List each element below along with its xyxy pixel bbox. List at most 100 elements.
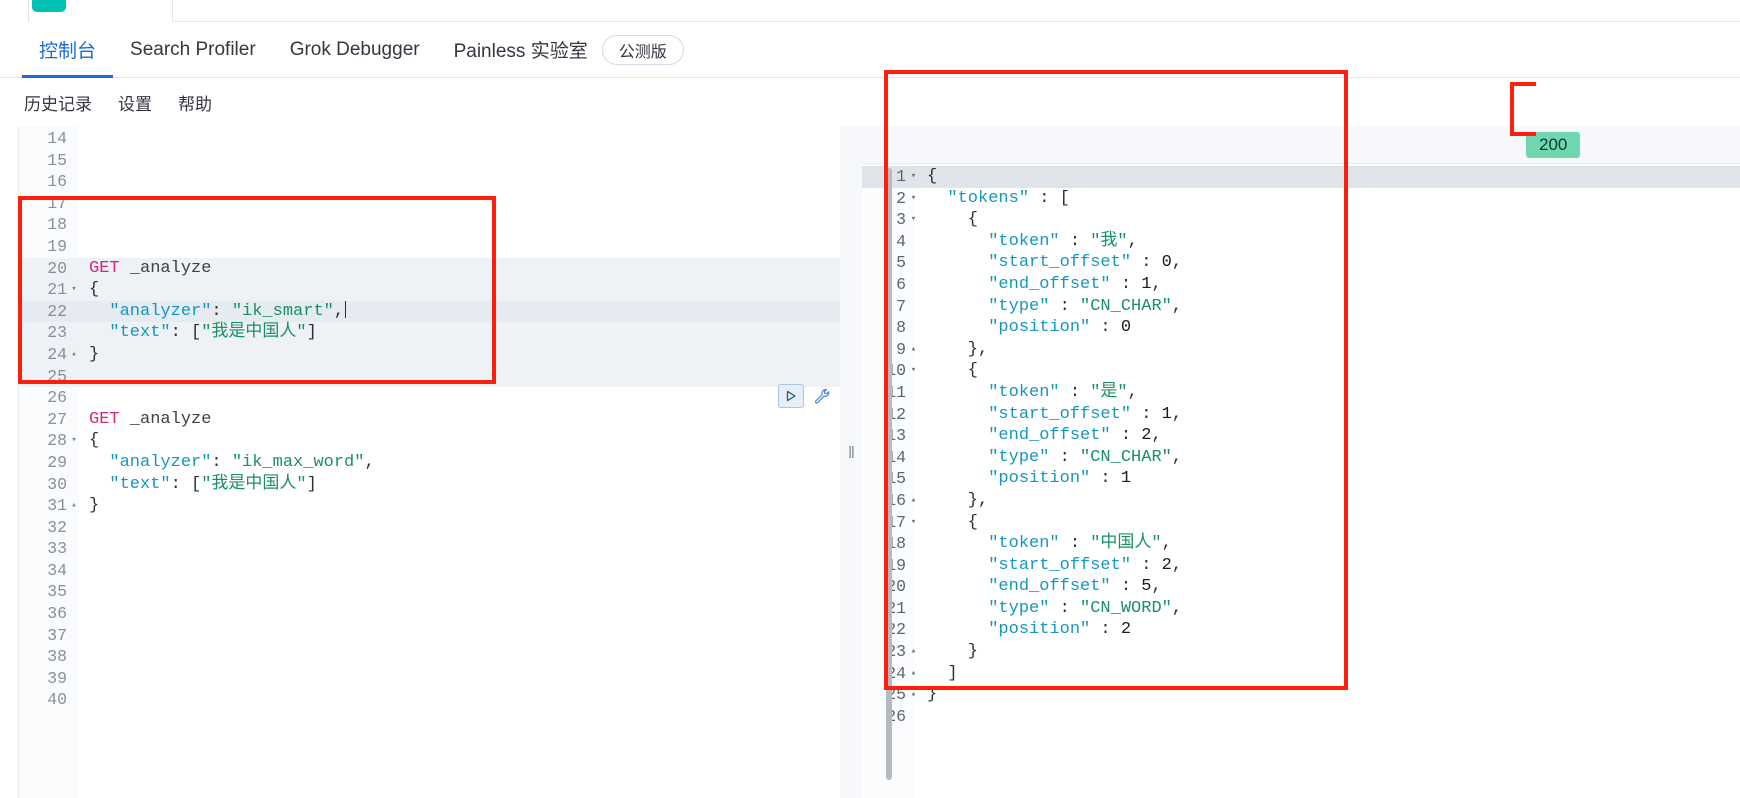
code-line[interactable]: 16 [19, 171, 840, 193]
code-line[interactable]: 35 [19, 581, 840, 603]
response-pane[interactable]: 200 1 ▾{2 ▾ "tokens" : [3 ▾ {4 "token" : "我… [862, 126, 1740, 798]
fold-toggle-icon[interactable]: ▴ [906, 490, 921, 512]
code-line[interactable]: 5 "start_offset" : 0, [862, 252, 1740, 274]
code-line[interactable]: 7 "type" : "CN_CHAR", [862, 296, 1740, 318]
code-line[interactable]: 4 "token" : "我", [862, 231, 1740, 253]
fold-toggle-icon[interactable]: ▾ [906, 188, 921, 210]
code-line[interactable]: 14 [19, 128, 840, 150]
code-line[interactable]: 20 "end_offset" : 5, [862, 576, 1740, 598]
code-text: "text": ["我是中国人"] [89, 474, 317, 494]
code-text: "analyzer": "ik_max_word", [89, 452, 375, 472]
code-line[interactable]: 40 [19, 689, 840, 711]
splitter-grip-icon: ‖ [848, 443, 856, 462]
fold-toggle-icon[interactable]: ▾ [906, 512, 921, 534]
code-text: "token" : "中国人", [927, 534, 1172, 554]
fold-toggle-icon[interactable]: ▾ [906, 166, 921, 188]
code-line[interactable]: 9 ▴ }, [862, 339, 1740, 361]
code-line[interactable]: 33 [19, 538, 840, 560]
code-line[interactable]: 1 ▾ { [862, 166, 1740, 188]
code-line[interactable]: 8 "position" : 0 [862, 317, 1740, 339]
code-line[interactable]: 3 ▾ { [862, 209, 1740, 231]
tab-search-profiler[interactable]: Search Profiler [113, 22, 273, 78]
fold-toggle-icon[interactable]: ▴ [67, 495, 81, 517]
code-line[interactable]: 30 "text": ["我是中国人"] [19, 474, 840, 496]
code-line[interactable]: 21 "type" : "CN_WORD", [862, 598, 1740, 620]
code-text: "token" : "我", [927, 231, 1138, 251]
console-submenu: 历史记录 设置 帮助 [0, 78, 1740, 126]
fold-toggle-icon[interactable]: ▴ [906, 641, 921, 663]
code-line[interactable]: 36 [19, 603, 840, 625]
code-line[interactable]: 25 [19, 365, 840, 388]
code-line[interactable]: 23 ▴ } [862, 641, 1740, 663]
fold-toggle-icon[interactable]: ▾ [67, 430, 81, 452]
code-line[interactable]: 25 ▴} [862, 684, 1740, 706]
beta-badge[interactable]: 公测版 [601, 34, 684, 65]
submenu-settings[interactable]: 设置 [118, 90, 152, 115]
code-line[interactable]: 34 [19, 560, 840, 582]
code-line[interactable]: 19 [19, 236, 840, 258]
wrench-icon[interactable] [810, 384, 834, 408]
line-number: 25 [47, 366, 67, 386]
tab-grok-debugger[interactable]: Grok Debugger [273, 22, 437, 78]
code-line[interactable]: 31 ▴} [19, 495, 840, 517]
response-code-lines[interactable]: 1 ▾{2 ▾ "tokens" : [3 ▾ {4 "token" : "我", 5 … [862, 166, 1740, 727]
fold-toggle-icon[interactable]: ▾ [67, 279, 81, 301]
line-number: 16 [47, 172, 67, 192]
code-line[interactable]: 17 ▾ { [862, 512, 1740, 534]
code-line[interactable]: 10 ▾ { [862, 360, 1740, 382]
fold-toggle-icon[interactable]: ▴ [67, 344, 81, 366]
line-number: 23 [47, 323, 67, 343]
code-text: } [89, 344, 100, 364]
code-text: GET _analyze [89, 258, 212, 278]
code-line[interactable]: 15 "position" : 1 [862, 468, 1740, 490]
request-editor[interactable]: 14 15 16 17 18 19 20 GET _analyze 21 ▾{22 "analyz… [18, 126, 840, 798]
code-line[interactable]: 39 [19, 668, 840, 690]
code-line[interactable]: 24 ▴ ] [862, 663, 1740, 685]
tab-grok-debugger-label: Grok Debugger [289, 38, 420, 60]
line-number: 34 [47, 560, 67, 580]
fold-toggle-icon[interactable]: ▾ [906, 209, 921, 231]
code-line[interactable]: 20 GET _analyze [19, 257, 840, 280]
code-line[interactable]: 2 ▾ "tokens" : [ [862, 188, 1740, 210]
code-line[interactable]: 26 [19, 387, 840, 409]
code-line[interactable]: 14 "type" : "CN_CHAR", [862, 447, 1740, 469]
code-line[interactable]: 17 [19, 193, 840, 215]
code-line[interactable]: 15 [19, 150, 840, 172]
code-line[interactable]: 21 ▾ { [19, 279, 840, 301]
code-line[interactable]: 27 GET _analyze [19, 409, 840, 431]
code-line[interactable]: 16 ▴ }, [862, 490, 1740, 512]
panel-splitter[interactable]: ‖ [840, 126, 862, 798]
response-scrollbar[interactable] [886, 168, 892, 780]
submenu-help[interactable]: 帮助 [178, 90, 212, 115]
fold-toggle-icon[interactable]: ▾ [906, 360, 921, 382]
line-number: 4 [896, 231, 906, 251]
code-line[interactable]: 23 "text": ["我是中国人"] [19, 322, 840, 344]
code-line[interactable]: 37 [19, 625, 840, 647]
code-line[interactable]: 19 "start_offset" : 2, [862, 555, 1740, 577]
response-statusbar: 200 [862, 126, 1740, 164]
code-line[interactable]: 24 ▴} [19, 343, 840, 366]
code-line[interactable]: 22 "analyzer": "ik_smart", [19, 300, 840, 323]
code-line[interactable]: 29 "analyzer": "ik_max_word", [19, 452, 840, 474]
chrome-left-edge [0, 0, 28, 22]
code-line[interactable]: 18 "token" : "中国人", [862, 533, 1740, 555]
tab-painless-lab[interactable]: Painless 实验室 公测版 [437, 22, 701, 78]
code-line[interactable]: 12 "start_offset" : 1, [862, 404, 1740, 426]
code-line[interactable]: 26 [862, 706, 1740, 728]
code-line[interactable]: 38 [19, 646, 840, 668]
code-line[interactable]: 28 ▾ { [19, 430, 840, 452]
fold-toggle-icon[interactable]: ▴ [906, 339, 921, 361]
code-line[interactable]: 13 "end_offset" : 2, [862, 425, 1740, 447]
code-line[interactable]: 22 "position" : 2 [862, 619, 1740, 641]
request-code-lines[interactable]: 14 15 16 17 18 19 20 GET _analyze 21 ▾{22 "analyz… [19, 128, 840, 711]
fold-toggle-icon[interactable]: ▴ [906, 684, 921, 706]
code-line[interactable]: 18 [19, 214, 840, 236]
fold-toggle-icon[interactable]: ▴ [906, 663, 921, 685]
code-line[interactable]: 11 "token" : "是", [862, 382, 1740, 404]
submenu-history[interactable]: 历史记录 [24, 90, 92, 115]
code-line[interactable]: 32 [19, 517, 840, 539]
tab-console[interactable]: 控制台 [22, 22, 114, 78]
code-line[interactable]: 6 "end_offset" : 1, [862, 274, 1740, 296]
play-triangle-icon[interactable] [778, 384, 804, 408]
request-actions [778, 384, 834, 408]
